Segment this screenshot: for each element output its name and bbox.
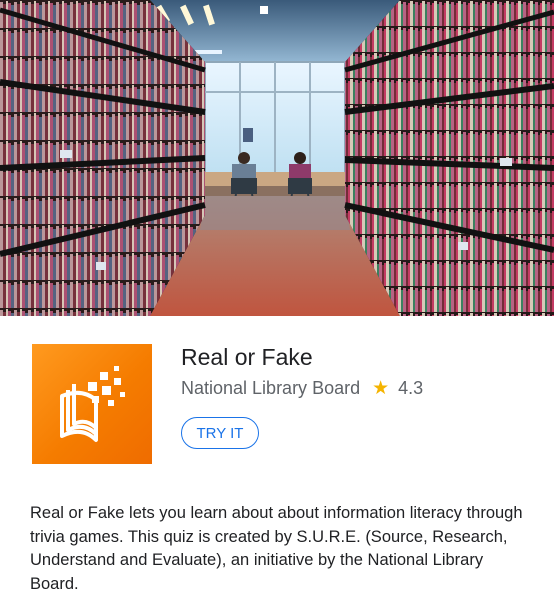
app-title: Real or Fake xyxy=(181,344,313,370)
app-listing-page: Real or Fake National Library Board ★ 4.… xyxy=(0,0,554,601)
hero-image xyxy=(0,0,554,316)
rating-value: 4.3 xyxy=(398,378,424,398)
app-info: Real or Fake National Library Board ★ 4.… xyxy=(0,316,554,486)
app-description: Real or Fake lets you learn about about … xyxy=(30,504,523,593)
developer-rating-line: National Library Board ★ 4.3 xyxy=(181,378,423,399)
star-icon: ★ xyxy=(372,378,390,399)
library-photo xyxy=(0,0,554,316)
try-it-button[interactable]: TRY IT xyxy=(181,417,259,449)
real-or-fake-logo-icon xyxy=(60,366,125,442)
developer-name[interactable]: National Library Board xyxy=(181,378,360,399)
app-logo-icon[interactable] xyxy=(32,344,152,464)
